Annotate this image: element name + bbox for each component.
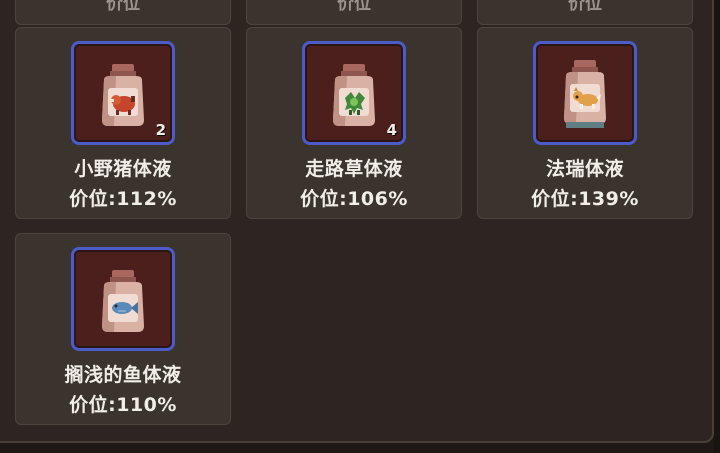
item-card-stranded-fish-fluid[interactable]: 搁浅的鱼体液 价位:110% <box>15 233 231 425</box>
item-slot[interactable]: 2 <box>71 41 175 145</box>
item-card-partial[interactable]: 价位 <box>477 0 693 25</box>
item-slot[interactable]: 4 <box>302 41 406 145</box>
inventory-panel: 价位 价位 价位 2 小野猪体液 价位:112% 4 走路草体液 价位:106%… <box>0 0 714 443</box>
item-price: 价位:106% <box>300 188 408 210</box>
item-price-partial: 价位 <box>106 0 140 14</box>
item-price: 价位:110% <box>69 394 177 416</box>
item-slot[interactable] <box>533 41 637 145</box>
item-count: 4 <box>386 121 397 139</box>
item-price: 价位:139% <box>531 188 639 210</box>
item-card-partial[interactable]: 价位 <box>15 0 231 25</box>
item-name: 搁浅的鱼体液 <box>64 364 182 386</box>
item-name: 走路草体液 <box>305 158 403 180</box>
item-name: 小野猪体液 <box>74 158 172 180</box>
item-card-partial[interactable]: 价位 <box>246 0 462 25</box>
item-name: 法瑞体液 <box>545 158 624 180</box>
item-price-partial: 价位 <box>568 0 602 14</box>
item-card-farui-fluid[interactable]: 法瑞体液 价位:139% <box>477 27 693 219</box>
item-price: 价位:112% <box>69 188 177 210</box>
jar-fish-icon <box>102 270 144 332</box>
item-card-walking-grass-fluid[interactable]: 4 走路草体液 价位:106% <box>246 27 462 219</box>
item-price-partial: 价位 <box>337 0 371 14</box>
jar-fox-dog-icon <box>564 60 606 128</box>
item-card-boar-fluid[interactable]: 2 小野猪体液 价位:112% <box>15 27 231 219</box>
window-edge <box>714 0 720 453</box>
item-slot[interactable] <box>71 247 175 351</box>
item-count: 2 <box>155 121 166 139</box>
